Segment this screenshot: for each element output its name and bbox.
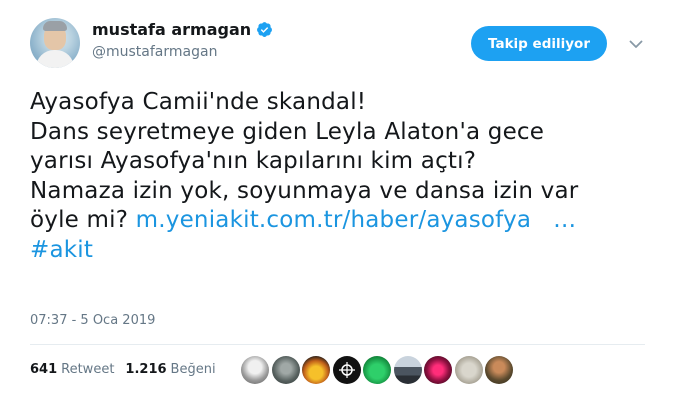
author-info[interactable]: mustafa armagan @mustafarmagan bbox=[92, 20, 273, 60]
author-avatar[interactable] bbox=[30, 18, 80, 68]
liker-avatar[interactable] bbox=[241, 356, 269, 384]
tweet-line: öyle mi? m.yeniakit.com.tr/haber/ayasofy… bbox=[30, 206, 650, 236]
author-display-name[interactable]: mustafa armagan bbox=[92, 20, 273, 39]
tweet-line: Namaza izin yok, soyunmaya ve dansa izin… bbox=[30, 177, 579, 204]
tweet-line: yarısı Ayasofya'nın kapılarını kim açtı? bbox=[30, 148, 477, 174]
like-label[interactable]: Beğeni bbox=[171, 362, 216, 377]
hashtag-link[interactable]: #akit bbox=[30, 237, 93, 263]
liker-avatar[interactable] bbox=[302, 356, 330, 384]
retweet-count[interactable]: 641 bbox=[30, 362, 57, 377]
liker-avatar[interactable] bbox=[393, 356, 422, 384]
tweet-line: Ayasofya Camii'nde skandal! bbox=[30, 89, 367, 115]
liker-avatar[interactable] bbox=[424, 356, 452, 384]
following-button[interactable]: Takip ediliyor bbox=[471, 26, 607, 61]
like-count[interactable]: 1.216 bbox=[125, 362, 166, 377]
author-handle[interactable]: @mustafarmagan bbox=[92, 44, 273, 60]
liker-avatars bbox=[241, 356, 513, 384]
retweet-label[interactable]: Retweet bbox=[61, 362, 114, 377]
tweet-link[interactable]: m.yeniakit.com.tr/haber/ayasofya bbox=[136, 207, 532, 233]
liker-avatar[interactable] bbox=[485, 356, 513, 384]
divider bbox=[30, 344, 645, 345]
tweet-line: #akit bbox=[30, 236, 650, 266]
tweet-link-ellipsis[interactable]: … bbox=[553, 207, 576, 233]
tweet-timestamp[interactable]: 07:37 - 5 Oca 2019 bbox=[30, 313, 155, 328]
liker-avatar[interactable] bbox=[332, 356, 361, 384]
tweet-text: Ayasofya Camii'nde skandal! Dans seyretm… bbox=[30, 88, 650, 265]
liker-avatar[interactable] bbox=[363, 356, 391, 384]
chevron-down-icon[interactable] bbox=[628, 36, 644, 52]
tweet-line: Dans seyretmeye giden Leyla Alaton'a gec… bbox=[30, 118, 545, 145]
tweet-line-prefix: öyle mi? bbox=[30, 207, 136, 233]
verified-badge-icon bbox=[257, 22, 273, 37]
tweet-stats: 641 Retweet 1.216 Beğeni bbox=[30, 358, 216, 380]
liker-avatar[interactable] bbox=[454, 356, 483, 384]
liker-avatar[interactable] bbox=[271, 356, 300, 384]
